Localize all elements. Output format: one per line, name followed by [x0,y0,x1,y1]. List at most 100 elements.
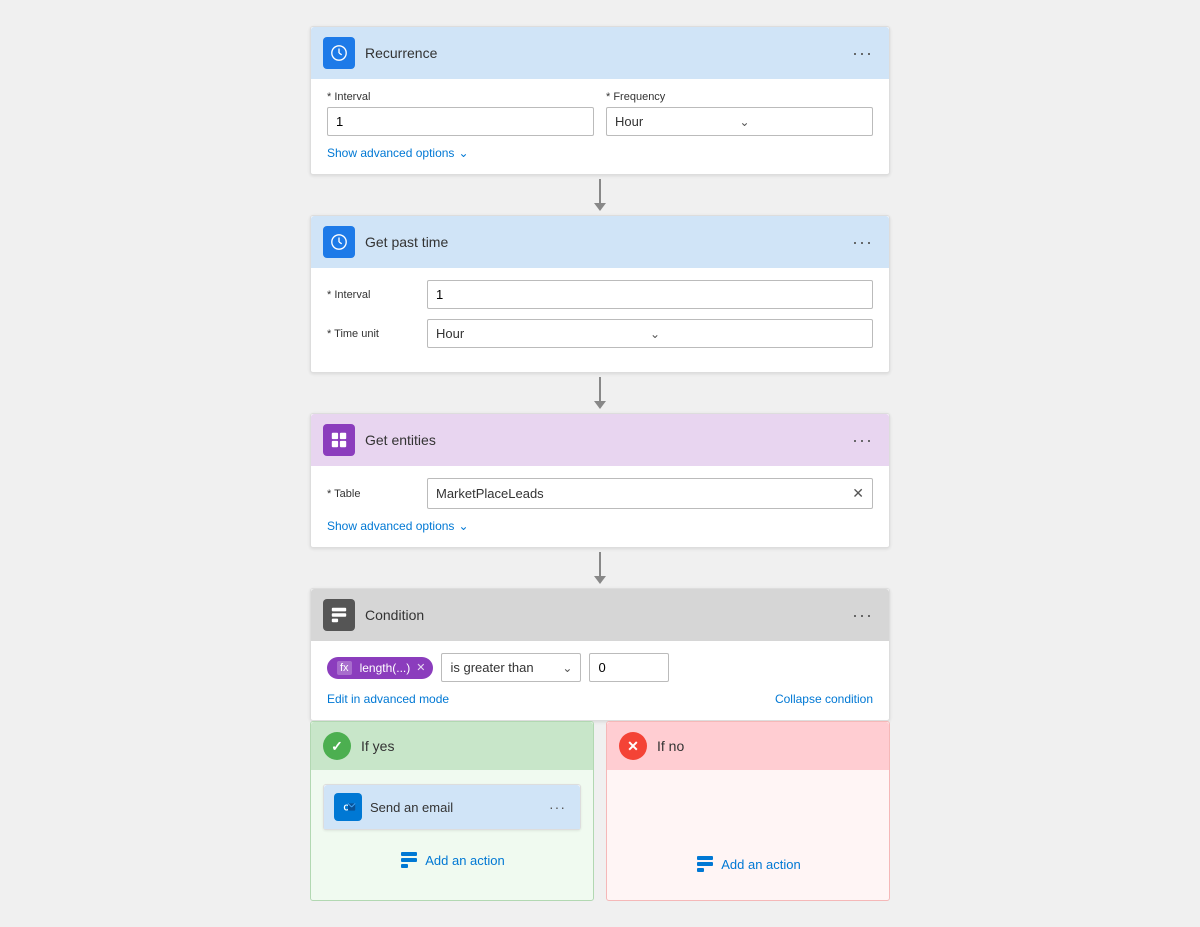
condition-title: Condition [365,607,848,623]
get-past-time-body: * Interval * Time unit Hour ⌄ [311,268,889,372]
recurrence-card: Recurrence ··· * Interval * Frequency Ho… [310,26,890,175]
arrow-head-1 [594,203,606,211]
gpt-timeunit-value: Hour [436,326,650,341]
frequency-value: Hour [615,114,740,129]
frequency-select[interactable]: Hour ⌄ [606,107,873,136]
outlook-icon: O [339,798,357,816]
table-value: MarketPlaceLeads [436,486,544,501]
condition-operator-value: is greater than [450,660,533,675]
if-no-panel: ✕ If no Add an action [606,721,890,901]
connector-1 [594,175,606,215]
gpt-timeunit-wrap: Hour ⌄ [427,319,873,348]
gpt-interval-group: * Interval [327,280,873,309]
table-clear-btn[interactable]: ✕ [852,485,864,502]
if-no-body: Add an action [607,770,889,898]
gpt-timeunit-select[interactable]: Hour ⌄ [427,319,873,348]
interval-input[interactable] [327,107,594,136]
table-group: * Table MarketPlaceLeads ✕ [327,478,873,509]
frequency-group: * Frequency Hour ⌄ [606,91,873,136]
recurrence-menu[interactable]: ··· [848,43,877,64]
if-yes-add-action[interactable]: Add an action [323,840,581,880]
if-yes-body: O Send an email ··· [311,770,593,894]
if-yes-header: ✓ If yes [311,722,593,770]
get-entities-card: Get entities ··· * Table MarketPlaceLead… [310,413,890,548]
get-past-time-header: Get past time ··· [311,216,889,268]
gpt-timeunit-label: * Time unit [327,328,427,340]
clock-icon-2 [330,233,348,251]
gpt-timeunit-group: * Time unit Hour ⌄ [327,319,873,348]
condition-value-input[interactable] [589,653,669,682]
if-yes-label: If yes [361,738,394,754]
arrow-line-1 [599,179,601,203]
condition-body: fx length(...) ✕ is greater than ⌄ Edit … [311,641,889,720]
get-entities-menu[interactable]: ··· [848,430,877,451]
send-email-header: O Send an email ··· [324,785,580,829]
get-entities-body: * Table MarketPlaceLeads ✕ Show advanced… [311,466,889,547]
send-email-menu[interactable]: ··· [545,799,570,815]
get-entities-title: Get entities [365,432,848,448]
edit-advanced-link[interactable]: Edit in advanced mode [327,692,449,706]
gpt-interval-label: * Interval [327,289,427,301]
condition-operator-select[interactable]: is greater than ⌄ [441,653,581,682]
add-action-icon-2 [695,854,715,874]
table-input-wrap: MarketPlaceLeads ✕ [427,478,873,509]
condition-operator-chevron: ⌄ [562,661,572,675]
recurrence-body: * Interval * Frequency Hour ⌄ Show advan… [311,79,889,174]
interval-label: * Interval [327,91,594,103]
get-past-time-icon [323,226,355,258]
frequency-label: * Frequency [606,91,873,103]
recurrence-icon [323,37,355,69]
if-yes-check-icon: ✓ [323,732,351,760]
bottom-split: ✓ If yes O [310,721,890,901]
table-label: * Table [327,488,427,500]
if-no-add-action-label: Add an action [721,857,801,872]
grid-icon [330,431,348,449]
collapse-condition-link[interactable]: Collapse condition [775,692,873,706]
condition-expression-row: fx length(...) ✕ is greater than ⌄ [327,653,873,682]
recurrence-show-advanced[interactable]: Show advanced options ⌄ [327,146,873,160]
get-entities-header: Get entities ··· [311,414,889,466]
arrow-head-3 [594,576,606,584]
gpt-interval-wrap [427,280,873,309]
get-entities-icon [323,424,355,456]
interval-group: * Interval [327,91,594,136]
arrow-head-2 [594,401,606,409]
condition-header: Condition ··· [311,589,889,641]
if-yes-add-action-label: Add an action [425,853,505,868]
clock-icon [330,44,348,62]
if-yes-panel: ✓ If yes O [310,721,594,901]
table-input[interactable]: MarketPlaceLeads ✕ [427,478,873,509]
if-no-add-action[interactable]: Add an action [619,844,877,884]
connector-3 [594,548,606,588]
condition-token[interactable]: fx length(...) ✕ [327,657,433,679]
token-label: length(...) [360,661,411,675]
flow-canvas: Recurrence ··· * Interval * Frequency Ho… [16,16,1184,911]
fx-icon: fx [337,661,352,675]
recurrence-header: Recurrence ··· [311,27,889,79]
get-past-time-title: Get past time [365,234,848,250]
if-no-x-icon: ✕ [619,732,647,760]
arrow-line-2 [599,377,601,401]
token-close-btn[interactable]: ✕ [416,661,425,674]
send-email-card: O Send an email ··· [323,784,581,830]
send-email-title: Send an email [370,800,545,815]
gpt-timeunit-chevron: ⌄ [650,327,864,341]
get-past-time-card: Get past time ··· * Interval * Time unit… [310,215,890,373]
gpt-interval-input[interactable] [427,280,873,309]
recurrence-fields-row: * Interval * Frequency Hour ⌄ [327,91,873,136]
if-no-label: If no [657,738,684,754]
condition-menu[interactable]: ··· [848,605,877,626]
condition-card: Condition ··· fx length(...) ✕ is greate… [310,588,890,721]
get-past-time-menu[interactable]: ··· [848,232,877,253]
condition-icon [323,599,355,631]
send-email-icon: O [334,793,362,821]
connector-2 [594,373,606,413]
condition-links-row: Edit in advanced mode Collapse condition [327,692,873,706]
recurrence-title: Recurrence [365,45,848,61]
frequency-chevron: ⌄ [740,115,865,129]
entities-show-advanced[interactable]: Show advanced options ⌄ [327,519,873,533]
condition-table-icon [330,606,348,624]
arrow-line-3 [599,552,601,576]
if-no-header: ✕ If no [607,722,889,770]
add-action-icon [399,850,419,870]
